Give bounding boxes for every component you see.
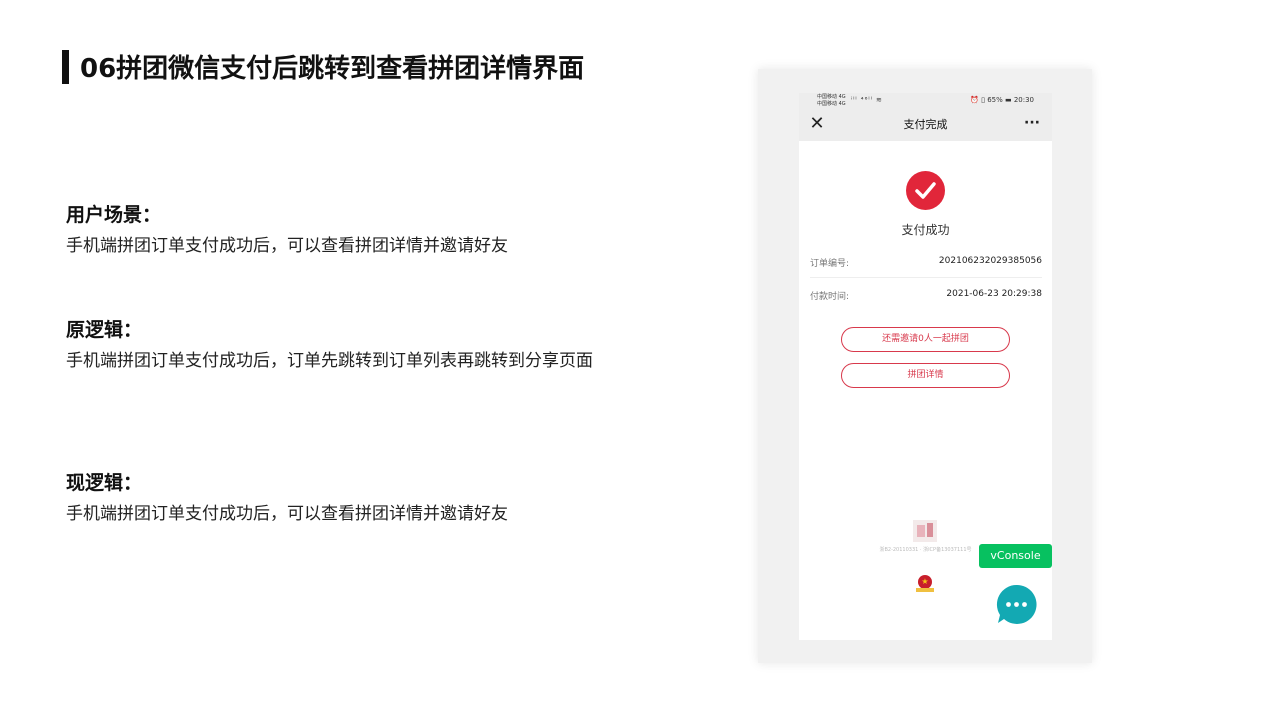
police-emblem-icon[interactable]: ★ <box>915 575 935 593</box>
order-number-label: 订单编号: <box>810 259 850 269</box>
order-number-value: 202106232029385056 <box>938 256 1042 266</box>
pay-time-row: 付款时间: 2021-06-23 20:29:38 <box>810 279 1042 311</box>
carrier-line-1: 中国移动 4G <box>817 94 846 100</box>
carrier-line-2: 中国移动 4G <box>817 101 846 107</box>
section-old-logic: 原逻辑： 手机端拼团订单支付成功后，订单先跳转到订单列表再跳转到分享页面 <box>66 315 596 377</box>
emblem-star: ★ <box>921 577 929 586</box>
nav-title: 支付完成 <box>903 118 948 131</box>
emblem-band <box>916 588 934 592</box>
section-body: 手机端拼团订单支付成功后，可以查看拼团详情并邀请好友 <box>66 504 508 524</box>
invite-friends-button[interactable]: 还需邀请0人一起拼团 <box>841 327 1010 352</box>
pay-time-label: 付款时间: <box>810 292 850 302</box>
section-heading: 现逻辑： <box>66 472 143 494</box>
section-user-scenario: 用户场景： 手机端拼团订单支付成功后，可以查看拼团详情并邀请好友 <box>66 200 508 262</box>
section-heading: 用户场景： <box>66 204 162 226</box>
status-right-info: ⏰ ▯ 65% ▬ 20:30 <box>970 96 1034 104</box>
section-new-logic: 现逻辑： 手机端拼团订单支付成功后，可以查看拼团详情并邀请好友 <box>66 468 508 530</box>
section-heading: 原逻辑： <box>66 319 143 341</box>
order-number-row: 订单编号: 202106232029385056 <box>810 246 1042 278</box>
section-body: 手机端拼团订单支付成功后，订单先跳转到订单列表再跳转到分享页面 <box>66 351 593 371</box>
slide-title: 06拼团微信支付后跳转到查看拼团详情界面 <box>80 54 585 84</box>
group-detail-button[interactable]: 拼团详情 <box>841 363 1010 388</box>
payment-success-text: 支付成功 <box>901 223 950 237</box>
success-check-icon <box>906 171 945 210</box>
vconsole-button[interactable]: vConsole <box>979 544 1052 568</box>
close-icon[interactable]: ✕ <box>805 112 829 136</box>
phone-screen: 中国移动 4G 中国移动 4G ⁱˡˡ ⁴⁶ˡˡ ≋ ⏰ ▯ 65% ▬ 20:… <box>799 93 1052 640</box>
pay-time-value: 2021-06-23 20:29:38 <box>946 289 1042 299</box>
section-body: 手机端拼团订单支付成功后，可以查看拼团详情并邀请好友 <box>66 236 508 256</box>
nav-bar: 支付完成 ✕ ··· <box>799 109 1052 141</box>
signal-icon: ⁱˡˡ ⁴⁶ˡˡ ≋ <box>851 96 883 104</box>
chat-bubble-icon[interactable] <box>996 584 1037 625</box>
footer-logo-image <box>913 520 937 542</box>
more-icon[interactable]: ··· <box>1020 112 1044 136</box>
status-bar: 中国移动 4G 中国移动 4G ⁱˡˡ ⁴⁶ˡˡ ≋ ⏰ ▯ 65% ▬ 20:… <box>799 93 1052 109</box>
title-accent-bar <box>62 50 69 84</box>
carrier-info: 中国移动 4G 中国移动 4G <box>817 94 846 108</box>
